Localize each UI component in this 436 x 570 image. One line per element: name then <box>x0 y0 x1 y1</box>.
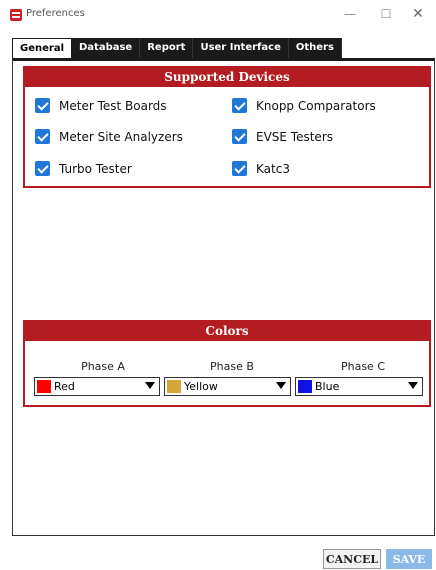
maximize-button[interactable]: ☐ <box>372 4 400 24</box>
device-label: Turbo Tester <box>59 161 132 176</box>
device-evse-testers[interactable]: EVSE Testers <box>232 129 333 144</box>
close-button[interactable]: ✕ <box>404 4 432 24</box>
phase-a-color-select[interactable]: Red <box>34 377 160 396</box>
checkbox-checked-icon[interactable] <box>35 161 50 176</box>
dropdown-arrow-icon[interactable] <box>145 382 155 389</box>
checkbox-checked-icon[interactable] <box>232 98 247 113</box>
device-katc3[interactable]: Katc3 <box>232 161 290 176</box>
colors-header: Colors <box>25 322 429 341</box>
tab-database[interactable]: Database <box>72 38 141 58</box>
minimize-button[interactable]: — <box>336 4 364 24</box>
blue-swatch-icon <box>298 380 312 393</box>
device-knopp-comparators[interactable]: Knopp Comparators <box>232 98 376 113</box>
yellow-swatch-icon <box>167 380 181 393</box>
device-label: Knopp Comparators <box>256 98 376 113</box>
save-button[interactable]: SAVE <box>386 549 432 569</box>
tab-report[interactable]: Report <box>140 38 194 58</box>
phase-b-label: Phase B <box>210 360 254 373</box>
tab-general[interactable]: General <box>12 38 72 58</box>
phase-c-color-select[interactable]: Blue <box>295 377 423 396</box>
preferences-tabs: General Database Report User Interface O… <box>12 38 342 58</box>
title-bar: Preferences — ☐ ✕ <box>0 0 436 32</box>
device-label: Katc3 <box>256 161 290 176</box>
supported-devices-group: Supported Devices Meter Test Boards Knop… <box>23 66 431 188</box>
colors-group: Colors Phase A Phase B Phase C Red Yello… <box>23 320 431 407</box>
phase-b-value: Yellow <box>184 380 218 393</box>
device-meter-test-boards[interactable]: Meter Test Boards <box>35 98 167 113</box>
tab-user-interface[interactable]: User Interface <box>193 38 289 58</box>
tab-others[interactable]: Others <box>288 38 342 58</box>
checkbox-checked-icon[interactable] <box>35 98 50 113</box>
device-turbo-tester[interactable]: Turbo Tester <box>35 161 132 176</box>
checkbox-checked-icon[interactable] <box>35 129 50 144</box>
phase-b-color-select[interactable]: Yellow <box>164 377 291 396</box>
device-meter-site-analyzers[interactable]: Meter Site Analyzers <box>35 129 183 144</box>
device-label: Meter Site Analyzers <box>59 129 183 144</box>
window-title: Preferences <box>26 8 85 19</box>
red-swatch-icon <box>37 380 51 393</box>
supported-devices-header: Supported Devices <box>25 68 429 87</box>
checkbox-checked-icon[interactable] <box>232 129 247 144</box>
app-logo-icon <box>10 9 22 21</box>
cancel-button[interactable]: CANCEL <box>323 549 381 569</box>
phase-a-value: Red <box>54 380 75 393</box>
checkbox-checked-icon[interactable] <box>232 161 247 176</box>
device-label: EVSE Testers <box>256 129 334 144</box>
phase-c-label: Phase C <box>340 360 386 373</box>
dropdown-arrow-icon[interactable] <box>408 382 418 389</box>
phase-c-value: Blue <box>315 380 340 393</box>
phase-a-label: Phase A <box>81 360 125 373</box>
dropdown-arrow-icon[interactable] <box>276 382 286 389</box>
device-label: Meter Test Boards <box>59 98 167 113</box>
